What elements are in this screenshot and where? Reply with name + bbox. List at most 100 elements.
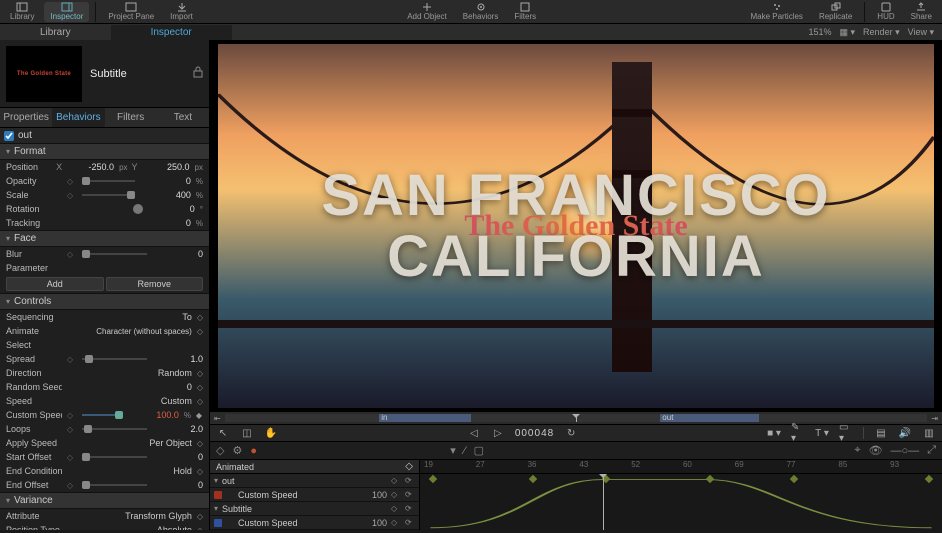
plus-icon [422, 2, 432, 12]
inspector-icon [61, 2, 73, 12]
in-label: in [381, 413, 387, 422]
share-button[interactable]: Share [905, 2, 938, 22]
zoom-level[interactable]: 151% [808, 27, 831, 37]
param-custom-speed[interactable]: Custom Speed◇100.0%◆ [0, 408, 209, 422]
timeline-layer-list[interactable]: Animated◇ ▾out◇⟳Custom Speed100◇⟳▾Subtit… [210, 460, 420, 530]
library-button[interactable]: Library [4, 2, 40, 22]
pan-tool-icon[interactable]: ✋ [264, 426, 278, 440]
remove-parameter-dropdown[interactable]: Remove [106, 277, 204, 291]
section-format[interactable]: Format [0, 143, 209, 160]
timeline-row[interactable]: Custom Speed100◇⟳ [210, 488, 419, 502]
marker-icon[interactable]: ▾ [450, 444, 456, 457]
crop-tool-icon[interactable]: ◫ [240, 426, 254, 440]
replicate-label: Replicate [819, 12, 852, 22]
timeline-tracks[interactable]: 19273643526069778593 [420, 460, 942, 530]
shape-tool-icon[interactable]: ▭ ▾ [839, 426, 853, 440]
go-to-end-icon[interactable]: ⇥ [931, 414, 938, 423]
play-forward-button[interactable]: ▷ [491, 426, 505, 440]
param-tracking[interactable]: Tracking 0% [0, 216, 209, 230]
replicate-button[interactable]: Replicate [813, 2, 858, 22]
param-apply-speed[interactable]: Apply SpeedPer Object◇ [0, 436, 209, 450]
tab-filters[interactable]: Filters [105, 108, 157, 127]
text-tool-icon[interactable]: T ▾ [815, 426, 829, 440]
grid-dropdown[interactable]: ▦ ▾ [840, 27, 856, 38]
snap-icon[interactable]: ⌖ [854, 444, 860, 457]
hud-button[interactable]: HUD [871, 2, 900, 22]
filters-icon [520, 2, 530, 12]
lock-icon[interactable] [193, 66, 203, 81]
tab-properties[interactable]: Properties [0, 108, 52, 127]
param-end-condition[interactable]: End ConditionHold◇ [0, 464, 209, 478]
timecode[interactable]: 000048 [515, 425, 554, 441]
replicate-icon [831, 2, 841, 12]
inspector-label: Inspector [50, 12, 83, 22]
layout-2-icon[interactable]: ▥ [922, 426, 936, 440]
param-random-seed[interactable]: Random Seed0◇ [0, 380, 209, 394]
tab-text[interactable]: Text [157, 108, 209, 127]
tab-inspector[interactable]: Inspector [111, 25, 232, 40]
add-parameter-dropdown[interactable]: Add [6, 277, 104, 291]
behavior-out-checkbox[interactable]: out [0, 128, 209, 143]
zoom-slider-icon[interactable]: —○— [891, 445, 920, 457]
section-variance[interactable]: Variance [0, 492, 209, 509]
import-button[interactable]: Import [164, 2, 199, 22]
play-range-bar[interactable]: in out [225, 414, 928, 422]
inspector-body[interactable]: out Format Position X -250.0px Y 250.0px… [0, 128, 209, 530]
eye-icon[interactable]: 👁 [869, 444, 883, 457]
param-rotation[interactable]: Rotation 0° [0, 202, 209, 216]
param-direction[interactable]: DirectionRandom◇ [0, 366, 209, 380]
canvas-viewport[interactable]: SAN FRANCISCO The Golden State CALIFORNI… [210, 40, 942, 412]
loop-icon[interactable]: ↻ [564, 426, 578, 440]
top-toolbar: Library Inspector Project Pane Import Ad… [0, 0, 942, 24]
fit-icon[interactable]: ⤢ [927, 444, 936, 457]
pen-tool-icon[interactable]: ✎ ▾ [791, 426, 805, 440]
project-pane-button[interactable]: Project Pane [102, 2, 160, 22]
fill-dropdown[interactable]: ■ ▾ [767, 426, 781, 440]
timeline-row[interactable]: ▾Subtitle◇⟳ [210, 502, 419, 516]
library-label: Library [10, 12, 34, 22]
pointer-tool-icon[interactable]: ↖ [216, 426, 230, 440]
param-position[interactable]: Position X -250.0px Y 250.0px [0, 160, 209, 174]
timeline-row[interactable]: ▾out◇⟳ [210, 474, 419, 488]
go-to-start-icon[interactable]: ⇤ [214, 414, 221, 423]
layout-1-icon[interactable]: ▤ [874, 426, 888, 440]
keyframe-show-icon[interactable]: ◇ [216, 444, 224, 457]
tab-library[interactable]: Library [0, 25, 111, 40]
mini-timeline[interactable]: ⇤ in out ⇥ [210, 412, 942, 424]
behaviors-button[interactable]: Behaviors [457, 2, 505, 22]
rotation-dial-icon[interactable] [133, 204, 143, 214]
tab-behaviors[interactable]: Behaviors [52, 108, 104, 127]
param-end-offset[interactable]: End Offset◇0 [0, 478, 209, 492]
param-opacity[interactable]: Opacity◇ 0% [0, 174, 209, 188]
import-icon [177, 2, 187, 12]
param-animate[interactable]: AnimateCharacter (without spaces)◇ [0, 324, 209, 338]
section-face[interactable]: Face [0, 230, 209, 247]
box-icon[interactable]: ▢ [474, 444, 484, 457]
param-blur[interactable]: Blur◇ 0 [0, 247, 209, 261]
inspector-button[interactable]: Inspector [44, 2, 89, 22]
behaviors-show-icon[interactable]: ⚙ [232, 444, 242, 457]
render-dropdown[interactable]: Render ▾ [863, 27, 900, 38]
filters-button[interactable]: Filters [508, 2, 542, 22]
param-loops[interactable]: Loops◇2.0 [0, 422, 209, 436]
param-sequencing[interactable]: SequencingTo◇ [0, 310, 209, 324]
param-start-offset[interactable]: Start Offset◇0 [0, 450, 209, 464]
param-position-type[interactable]: Position TypeAbsolute◇ [0, 523, 209, 530]
add-object-button[interactable]: Add Object [401, 2, 453, 22]
audio-icon[interactable]: 🔊 [898, 426, 912, 440]
play-back-button[interactable]: ◁ [467, 426, 481, 440]
timeline-row[interactable]: Custom Speed100◇⟳ [210, 516, 419, 530]
make-particles-button[interactable]: Make Particles [744, 2, 808, 22]
bridge-cables [218, 73, 934, 328]
view-dropdown[interactable]: View ▾ [908, 27, 934, 38]
edit-line-icon[interactable]: ∕ [464, 445, 466, 457]
param-attribute[interactable]: AttributeTransform Glyph◇ [0, 509, 209, 523]
curve-editor[interactable] [420, 474, 942, 530]
param-spread[interactable]: Spread◇1.0 [0, 352, 209, 366]
record-icon[interactable]: ● [250, 445, 257, 457]
section-controls[interactable]: Controls [0, 293, 209, 310]
param-scale[interactable]: Scale◇ 400% [0, 188, 209, 202]
timeline-header[interactable]: Animated◇ [210, 460, 419, 474]
param-speed[interactable]: SpeedCustom◇ [0, 394, 209, 408]
param-select[interactable]: Select [0, 338, 209, 352]
